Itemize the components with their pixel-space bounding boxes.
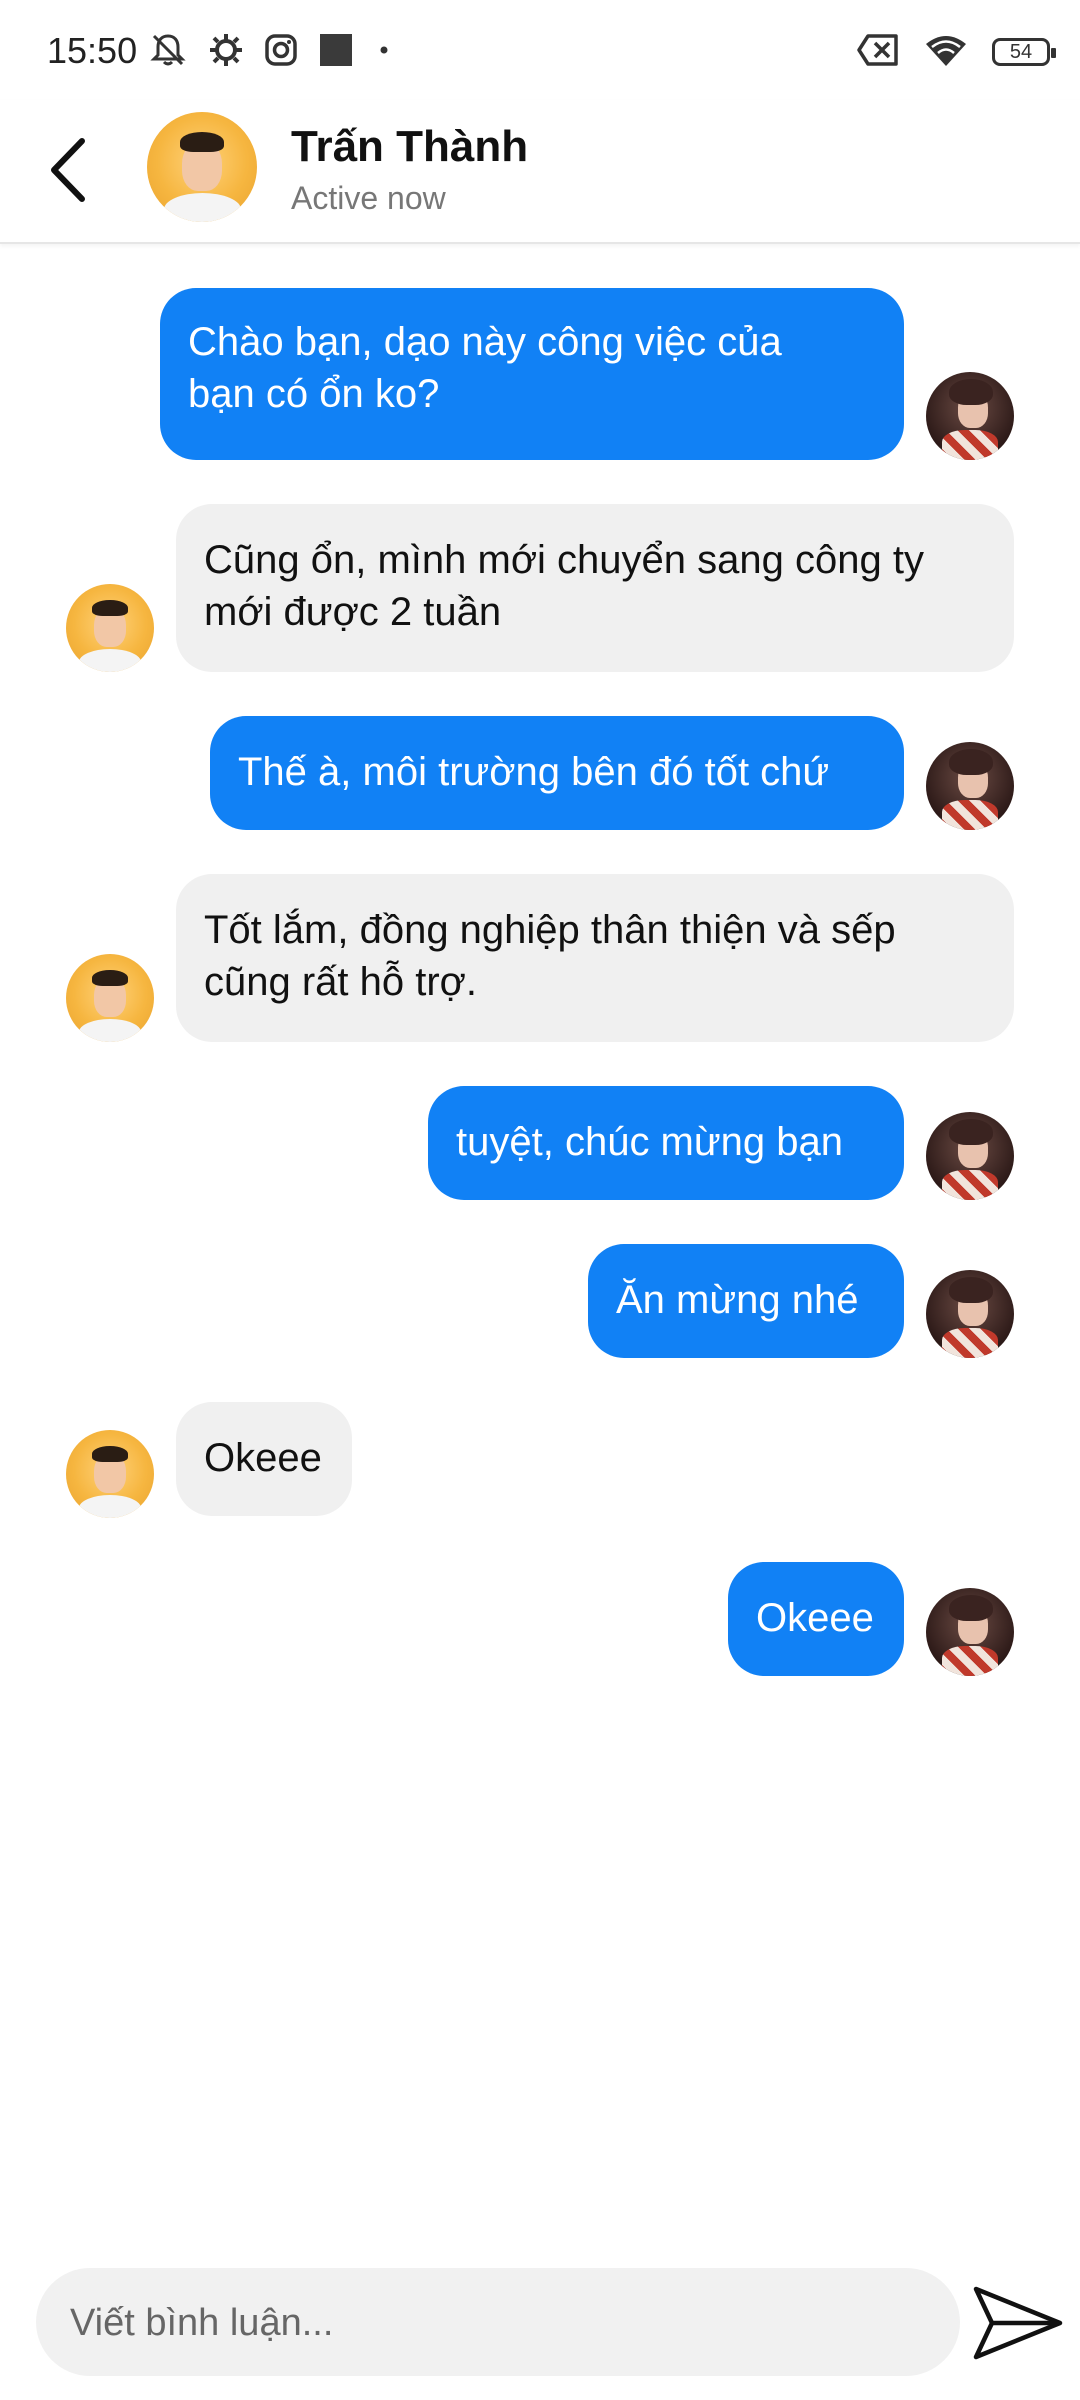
muted-bell-icon: [148, 30, 188, 75]
message-line: tuyệt, chúc mừng bạn: [456, 1120, 843, 1164]
user-avatar: [926, 372, 1014, 460]
message-line: mới được 2 tuần: [204, 590, 502, 634]
chat-header: Trấn Thành Active now: [0, 100, 1080, 244]
message-bubble-incoming[interactable]: Tốt lắm, đồng nghiệp thân thiện và sếp c…: [176, 874, 1014, 1042]
message-line: Tốt lắm, đồng nghiệp thân thiện và sếp: [204, 908, 896, 952]
status-time: 15:50: [47, 30, 138, 71]
square-app-icon: [318, 32, 354, 73]
send-icon: [973, 2286, 1063, 2360]
message-bubble-incoming[interactable]: Cũng ổn, mình mới chuyển sang công ty mớ…: [176, 504, 1014, 672]
instagram-icon: [264, 33, 298, 72]
contact-name: Trấn Thành: [291, 122, 529, 171]
message-line: Chào bạn, dạo này công việc của: [188, 320, 782, 364]
send-button[interactable]: [970, 2275, 1066, 2371]
contact-avatar-small: [66, 954, 154, 1042]
message-bubble-outgoing[interactable]: Ăn mừng nhé: [588, 1244, 904, 1358]
user-avatar: [926, 1588, 1014, 1676]
message-line: bạn có ổn ko?: [188, 372, 440, 416]
no-sim-icon: [856, 33, 900, 72]
chevron-left-icon: [51, 138, 85, 202]
message-bubble-outgoing[interactable]: Thế à, môi trường bên đó tốt chứ: [210, 716, 904, 830]
message-line: Okeee: [756, 1596, 874, 1640]
comment-input[interactable]: [68, 2268, 932, 2378]
user-avatar: [926, 1112, 1014, 1200]
message-line: Okeee: [204, 1436, 322, 1480]
battery-level: 54: [1009, 40, 1033, 63]
contact-avatar-small: [66, 584, 154, 672]
user-avatar: [926, 1270, 1014, 1358]
contact-avatar[interactable]: [147, 112, 257, 222]
battery-icon: 54: [992, 38, 1056, 66]
message-bubble-outgoing[interactable]: Okeee: [728, 1562, 904, 1676]
message-line: cũng rất hỗ trợ.: [204, 960, 478, 1004]
gear-icon: [208, 32, 244, 73]
status-icons-right: 54: [856, 30, 1056, 74]
message-bubble-outgoing[interactable]: tuyệt, chúc mừng bạn: [428, 1086, 904, 1200]
dot-icon: [374, 40, 394, 65]
user-avatar: [926, 742, 1014, 830]
message-bubble-outgoing[interactable]: Chào bạn, dạo này công việc của bạn có ổ…: [160, 288, 904, 460]
message-bubble-incoming[interactable]: Okeee: [176, 1402, 352, 1516]
status-bar: 15:50 54: [0, 0, 1080, 100]
wifi-icon: [924, 32, 968, 73]
contact-status: Active now: [291, 180, 446, 216]
message-line: Ăn mừng nhé: [616, 1278, 859, 1322]
back-button[interactable]: [48, 130, 108, 210]
contact-avatar-small: [66, 1430, 154, 1518]
comment-input-container: [36, 2268, 960, 2378]
status-icons-left: [148, 30, 394, 74]
message-line: Cũng ổn, mình mới chuyển sang công ty: [204, 538, 924, 582]
message-line: Thế à, môi trường bên đó tốt chứ: [238, 750, 830, 794]
